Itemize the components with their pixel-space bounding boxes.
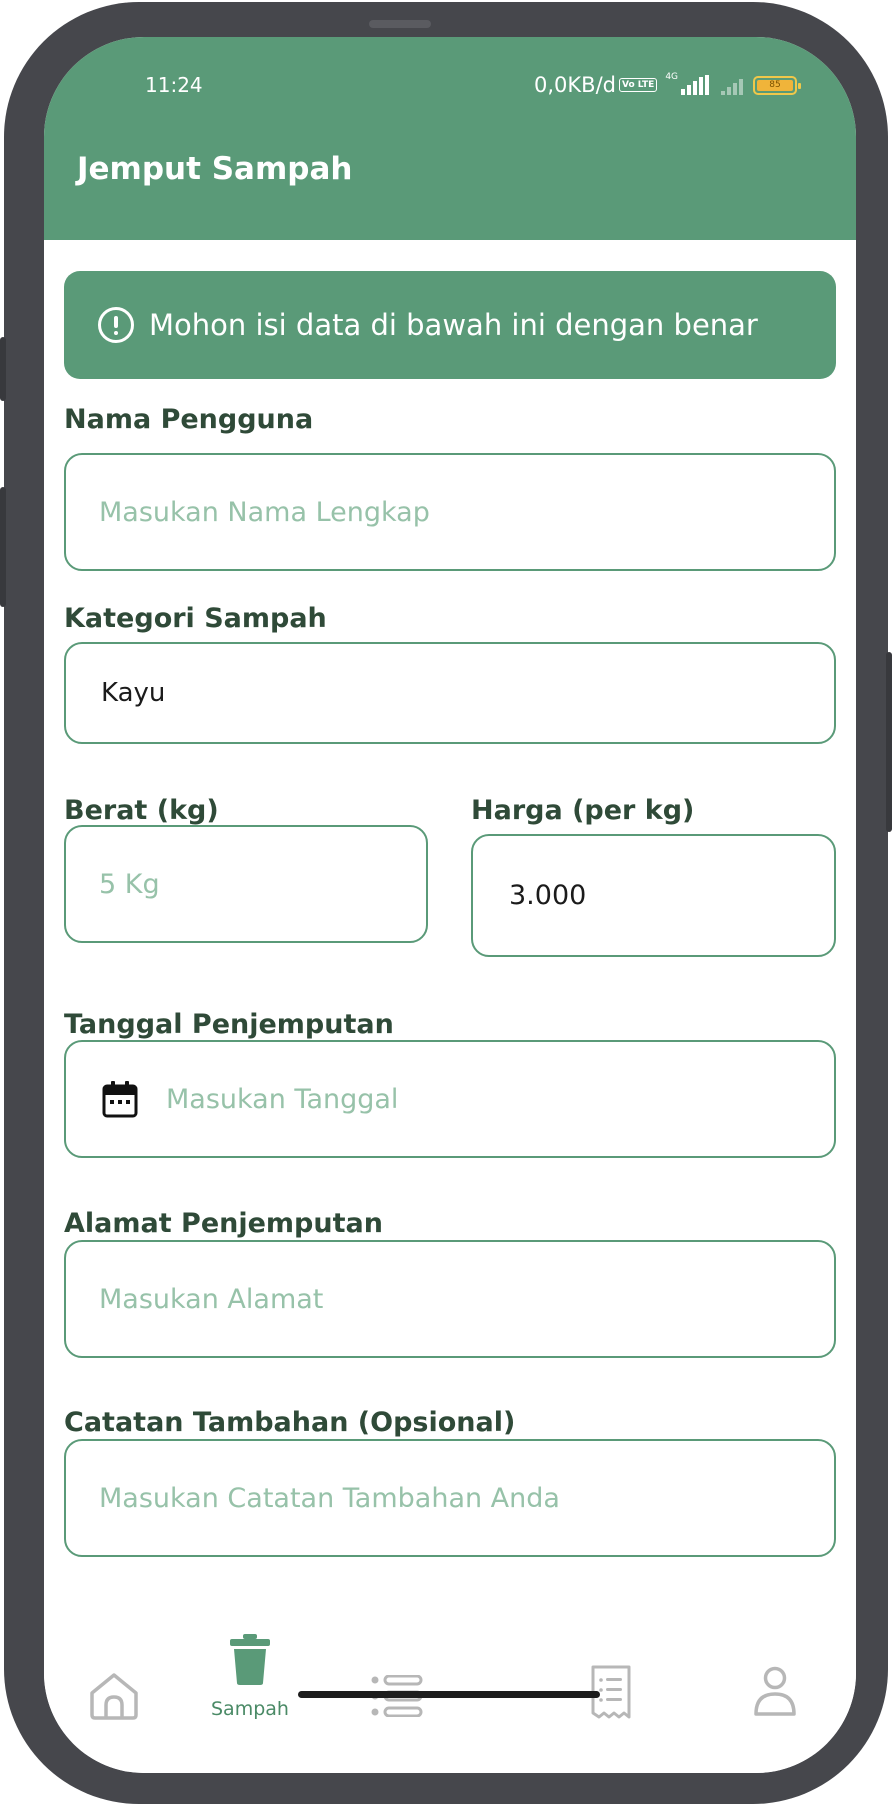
calendar-icon[interactable] — [102, 1080, 138, 1118]
name-label: Nama Pengguna — [64, 404, 314, 435]
weight-field[interactable] — [64, 825, 428, 943]
date-field[interactable] — [64, 1040, 836, 1158]
power-button — [886, 652, 892, 832]
form-container: Mohon isi data di bawah ini dengan benar… — [64, 240, 836, 1615]
category-value: Kayu — [101, 678, 166, 708]
address-label: Alamat Penjemputan — [64, 1208, 383, 1239]
info-circle-icon — [98, 307, 134, 343]
home-indicator[interactable] — [298, 1691, 600, 1698]
price-field[interactable]: 3.000 — [471, 834, 836, 957]
battery-level: 85 — [757, 79, 794, 91]
status-time: 11:24 — [145, 73, 203, 97]
network-speed: 0,0KB/d — [534, 73, 616, 97]
category-select[interactable]: Kayu — [64, 642, 836, 744]
price-value: 3.000 — [509, 880, 587, 911]
signal-secondary-icon — [721, 75, 744, 95]
notes-label: Catatan Tambahan (Opsional) — [64, 1407, 516, 1438]
volume-button — [0, 487, 6, 607]
volte-badge: Vo LTE — [618, 78, 658, 92]
speaker-grille — [369, 20, 431, 28]
phone-frame: 11:24 0,0KB/d Vo LTE 4G 85 Jemput Sampah — [0, 2, 892, 1804]
nav-home[interactable] — [87, 1671, 141, 1721]
nav-sampah-label: Sampah — [211, 1698, 289, 1720]
address-input[interactable] — [99, 1283, 834, 1315]
notes-input[interactable] — [99, 1482, 834, 1514]
price-label: Harga (per kg) — [471, 795, 695, 826]
info-banner: Mohon isi data di bawah ini dengan benar — [64, 271, 836, 379]
volume-button — [0, 337, 6, 401]
network-type: 4G — [665, 72, 679, 82]
home-icon — [90, 1673, 138, 1720]
info-banner-text: Mohon isi data di bawah ini dengan benar — [149, 308, 758, 342]
category-label: Kategori Sampah — [64, 603, 327, 634]
trash-icon — [229, 1634, 270, 1685]
address-field[interactable] — [64, 1240, 836, 1358]
nav-sampah[interactable]: Sampah — [211, 1634, 289, 1720]
profile-icon — [754, 1666, 796, 1716]
page-title: Jemput Sampah — [77, 151, 353, 187]
name-input[interactable] — [99, 496, 834, 528]
date-label: Tanggal Penjemputan — [64, 1009, 394, 1040]
screen: 11:24 0,0KB/d Vo LTE 4G 85 Jemput Sampah — [44, 37, 856, 1773]
nav-profile[interactable] — [752, 1666, 798, 1718]
weight-input[interactable] — [99, 868, 426, 900]
signal-icon — [681, 75, 710, 95]
battery-icon: 85 — [753, 75, 802, 95]
status-indicators: 0,0KB/d Vo LTE 4G 85 — [534, 70, 802, 100]
date-input[interactable] — [166, 1083, 834, 1115]
name-field[interactable] — [64, 453, 836, 571]
notes-field[interactable] — [64, 1439, 836, 1557]
app-header: 11:24 0,0KB/d Vo LTE 4G 85 Jemput Sampah — [44, 37, 856, 240]
weight-label: Berat (kg) — [64, 795, 219, 826]
